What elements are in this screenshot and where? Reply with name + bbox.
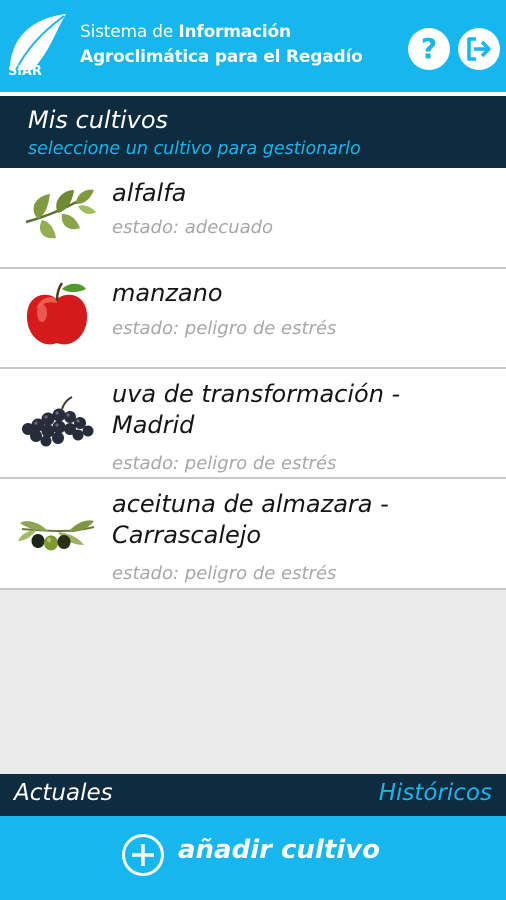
crop-name: manzano (112, 279, 223, 307)
section-subtitle: seleccione un cultivo para gestionarlo (28, 139, 361, 159)
tab-historicos[interactable]: Históricos (379, 780, 492, 806)
app-title-line1-light: Sistema de (80, 22, 179, 42)
crop-name: aceituna de almazara - Carrascalejo (112, 490, 389, 549)
logout-button[interactable] (458, 28, 500, 70)
plus-circle-icon (122, 834, 164, 876)
section-title: Mis cultivos (28, 106, 169, 134)
crop-status: estado: adecuado (112, 217, 274, 238)
app-title: Sistema de Información Agroclimática par… (80, 20, 363, 70)
question-icon: ? (420, 32, 438, 65)
app-title-line1-bold: Información (178, 22, 291, 42)
crop-status: estado: peligro de estrés (112, 563, 337, 584)
help-button[interactable]: ? (408, 28, 450, 70)
alfalfa-leaves-icon (25, 189, 96, 239)
add-crop-button[interactable]: añadir cultivo (0, 816, 506, 900)
crop-name: uva de transformación - Madrid (112, 380, 401, 439)
apple-icon (26, 282, 88, 345)
app-title-line2: Agroclimática para el Regadío (80, 47, 363, 67)
crop-item-alfalfa[interactable]: alfalfa estado: adecuado (0, 168, 506, 269)
logo-text: SiAR (8, 64, 42, 78)
crop-status: estado: peligro de estrés (112, 318, 337, 339)
grapes-icon (22, 396, 94, 447)
tab-actuales[interactable]: Actuales (14, 780, 113, 806)
crop-item-uva[interactable]: uva de transformación - Madrid estado: p… (0, 369, 506, 479)
section-header: Mis cultivos seleccione un cultivo para … (0, 96, 506, 168)
add-crop-label: añadir cultivo (178, 835, 380, 865)
crop-name: alfalfa (112, 179, 187, 207)
app-header: SiAR Sistema de Información Agroclimátic… (0, 0, 506, 96)
crop-item-manzano[interactable]: manzano estado: peligro de estrés (0, 269, 506, 369)
crop-status: estado: peligro de estrés (112, 453, 337, 474)
crop-item-aceituna[interactable]: aceituna de almazara - Carrascalejo esta… (0, 479, 506, 590)
siar-logo: SiAR (8, 14, 66, 78)
olives-icon (18, 520, 95, 551)
logout-arrow-icon (467, 37, 491, 61)
view-tabs: Actuales Históricos (0, 774, 506, 816)
